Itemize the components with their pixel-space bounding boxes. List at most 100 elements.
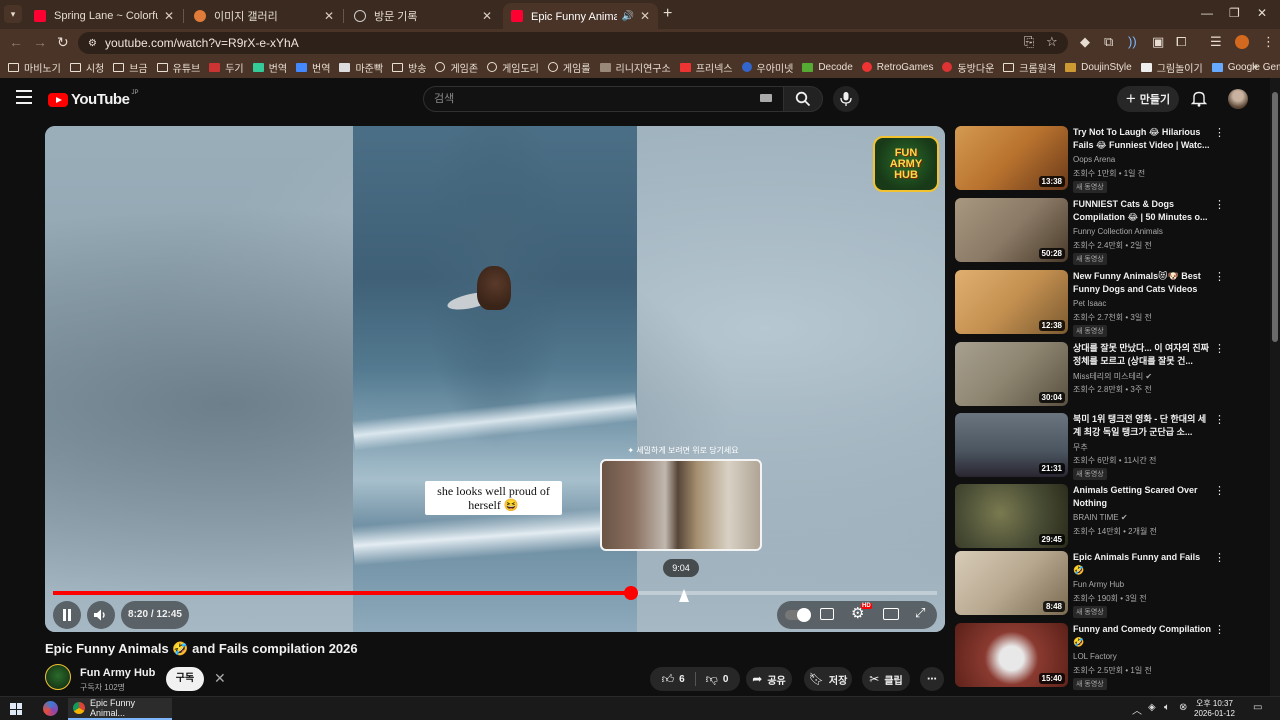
minimize-icon[interactable]: — — [1201, 6, 1213, 20]
video-title[interactable]: Try Not To Laugh 😂 Hilarious Fails 😂 Fun… — [1073, 126, 1211, 152]
more-vertical-icon[interactable]: ⋮ — [1214, 413, 1225, 426]
bookmark-item[interactable]: 우아미넷 — [741, 60, 793, 75]
video-thumbnail[interactable]: 13:38 — [955, 126, 1068, 190]
recommended-video[interactable]: 30:04 상대를 잘못 만났다... 이 여자의 진짜 정체를 모르고 (상대… — [955, 342, 1225, 406]
more-vertical-icon[interactable]: ⋮ — [1214, 484, 1225, 497]
video-thumbnail[interactable]: 29:45 — [955, 484, 1068, 548]
menu-icon[interactable] — [16, 90, 32, 104]
scrollbar-thumb[interactable] — [1272, 92, 1278, 342]
recommended-video[interactable]: 15:40 Funny and Comedy Compilation 🤣 LOL… — [955, 623, 1225, 690]
video-title[interactable]: 북미 1위 탱크전 영화 - 단 한대의 세계 최강 독일 탱크가 군단급 소.… — [1073, 413, 1211, 439]
page-scrollbar[interactable] — [1270, 78, 1280, 696]
channel-watermark[interactable]: FUN ARMY HUB — [873, 136, 939, 192]
bookmark-item[interactable]: 번역 — [296, 60, 330, 75]
bookmark-item[interactable]: 동방다운 — [942, 60, 994, 75]
create-button[interactable]: + 만들기 — [1117, 86, 1179, 112]
autoplay-toggle[interactable] — [785, 608, 811, 622]
bookmark-item[interactable]: 리니지연구소 — [599, 60, 671, 75]
reload-icon[interactable]: ↻ — [57, 34, 69, 51]
close-icon[interactable]: ✕ — [214, 670, 226, 687]
install-app-icon[interactable]: ⎘ — [1024, 34, 1034, 50]
fullscreen-icon[interactable]: ⤢ — [915, 605, 925, 621]
channel-name[interactable]: Miss테리의 미스테리 ✔ — [1073, 371, 1152, 382]
bookmark-item[interactable]: 브금 — [113, 60, 148, 75]
thumbs-up-icon[interactable]: 👍︎ — [662, 672, 675, 687]
subtitles-icon[interactable] — [820, 608, 834, 620]
youtube-logo[interactable]: YouTube JP — [48, 90, 138, 108]
network-icon[interactable]: ◈ — [1148, 702, 1156, 713]
recommended-video[interactable]: 29:45 Animals Getting Scared Over Nothin… — [955, 484, 1225, 548]
bookmark-item[interactable]: 게임존 — [435, 60, 478, 75]
system-clock[interactable]: 오후 10:37 2026-01-12 — [1194, 699, 1235, 719]
search-button[interactable] — [783, 86, 823, 112]
search-input[interactable]: 검색 — [423, 86, 784, 112]
notification-center-icon[interactable]: ▭ — [1253, 702, 1262, 713]
bookmark-item[interactable]: 두기 — [209, 60, 244, 75]
new-tab-button[interactable]: + — [663, 5, 672, 23]
bookmark-item[interactable]: RetroGames — [861, 62, 933, 73]
bookmark-item[interactable]: 유튜브 — [156, 60, 200, 75]
notifications-bell-icon[interactable] — [1191, 90, 1207, 107]
bookmark-item[interactable]: 게임도리 — [487, 60, 539, 75]
bookmark-item[interactable]: DoujinStyle — [1065, 62, 1132, 73]
close-tab-icon[interactable]: ✕ — [164, 9, 174, 23]
recommended-video[interactable]: 12:38 New Funny Animals😻🐶 Best Funny Dog… — [955, 270, 1225, 337]
theater-mode-icon[interactable] — [883, 608, 899, 620]
recommended-video[interactable]: 13:38 Try Not To Laugh 😂 Hilarious Fails… — [955, 126, 1225, 193]
close-window-icon[interactable]: ✕ — [1257, 6, 1267, 20]
video-thumbnail[interactable]: 21:31 — [955, 413, 1068, 477]
bookmark-item[interactable]: Google Gemini — [1211, 62, 1280, 73]
bookmark-star-icon[interactable]: ☆ — [1046, 34, 1058, 50]
keyboard-icon[interactable] — [760, 94, 772, 102]
pause-button[interactable] — [53, 601, 81, 629]
channel-name[interactable]: Funny Collection Animals — [1073, 227, 1163, 236]
bookmark-item[interactable]: 방송 — [392, 60, 426, 75]
save-button[interactable]: 🔖︎ 저장 — [804, 667, 852, 691]
channel-name[interactable]: Pet Isaac — [1073, 299, 1106, 308]
video-title[interactable]: New Funny Animals😻🐶 Best Funny Dogs and … — [1073, 270, 1211, 296]
bookmark-item[interactable]: 마비노기 — [8, 60, 61, 75]
account-avatar[interactable] — [1228, 89, 1248, 109]
chrome-menu-icon[interactable]: ⋮ — [1262, 34, 1275, 50]
thumbs-down-icon[interactable]: 👎︎ — [706, 672, 718, 687]
tab-history[interactable]: 방문 기록 ✕ — [346, 3, 500, 29]
reading-list-icon[interactable]: ☰ — [1210, 34, 1222, 50]
bookmark-item[interactable]: 시청 — [69, 60, 104, 75]
like-count[interactable]: 6 — [679, 674, 685, 685]
channel-name[interactable]: 무추 — [1073, 442, 1088, 453]
bookmark-item[interactable]: 그림놀이기 — [1140, 60, 1203, 75]
extension-screen-icon[interactable]: ▣ — [1152, 34, 1164, 50]
video-thumbnail[interactable]: 50:28 — [955, 198, 1068, 262]
recommended-video[interactable]: 8:48 Epic Animals Funny and Fails 🤣 Fun … — [955, 551, 1225, 618]
video-title[interactable]: 상대를 잘못 만났다... 이 여자의 진짜 정체를 모르고 (상대를 잘못 건… — [1073, 342, 1211, 368]
more-bookmarks-icon[interactable]: » — [1252, 61, 1258, 73]
voice-search-button[interactable] — [833, 86, 859, 112]
share-button[interactable]: ➦ 공유 — [746, 667, 792, 691]
more-vertical-icon[interactable]: ⋮ — [1214, 623, 1225, 636]
channel-name[interactable]: Fun Army Hub — [1073, 580, 1124, 589]
windows-start-icon[interactable] — [10, 703, 22, 715]
copilot-icon[interactable] — [43, 701, 58, 716]
channel-name[interactable]: BRAIN TIME ✔ — [1073, 513, 1128, 522]
tab-epic-funny-animals[interactable]: Epic Funny Animals 🤣 an 🔊 ✕ — [503, 3, 658, 29]
channel-name[interactable]: Oops Arena — [1073, 155, 1115, 164]
bookmark-item[interactable]: 프리넥스 — [679, 60, 733, 75]
bookmark-item[interactable]: 마준빡 — [339, 60, 383, 75]
close-tab-icon[interactable]: ✕ — [324, 9, 334, 23]
restore-icon[interactable]: ❐ — [1229, 6, 1240, 20]
volume-button[interactable] — [87, 601, 115, 629]
video-thumbnail[interactable]: 8:48 — [955, 551, 1068, 615]
more-actions-button[interactable]: ⋯ — [920, 667, 944, 691]
subscribe-button[interactable]: 구독 — [166, 667, 204, 691]
close-tab-icon[interactable]: ✕ — [640, 9, 650, 23]
recommended-video[interactable]: 21:31 북미 1위 탱크전 영화 - 단 한대의 세계 최강 독일 탱크가 … — [955, 413, 1225, 480]
more-vertical-icon[interactable]: ⋮ — [1214, 551, 1225, 564]
taskbar-chrome-app[interactable]: Epic Funny Animal... — [68, 698, 172, 720]
tab-spring-lane[interactable]: Spring Lane ~ Colorful Path - ✕ — [26, 3, 182, 29]
video-thumbnail[interactable]: 15:40 — [955, 623, 1068, 687]
bookmark-item[interactable]: 게임룰 — [547, 60, 591, 75]
bookmark-item[interactable]: 크롬원격 — [1003, 60, 1056, 75]
video-title[interactable]: Epic Animals Funny and Fails 🤣 — [1073, 551, 1211, 577]
speaker-icon[interactable]: 🔈︎ — [1164, 702, 1170, 713]
video-thumbnail[interactable]: 12:38 — [955, 270, 1068, 334]
